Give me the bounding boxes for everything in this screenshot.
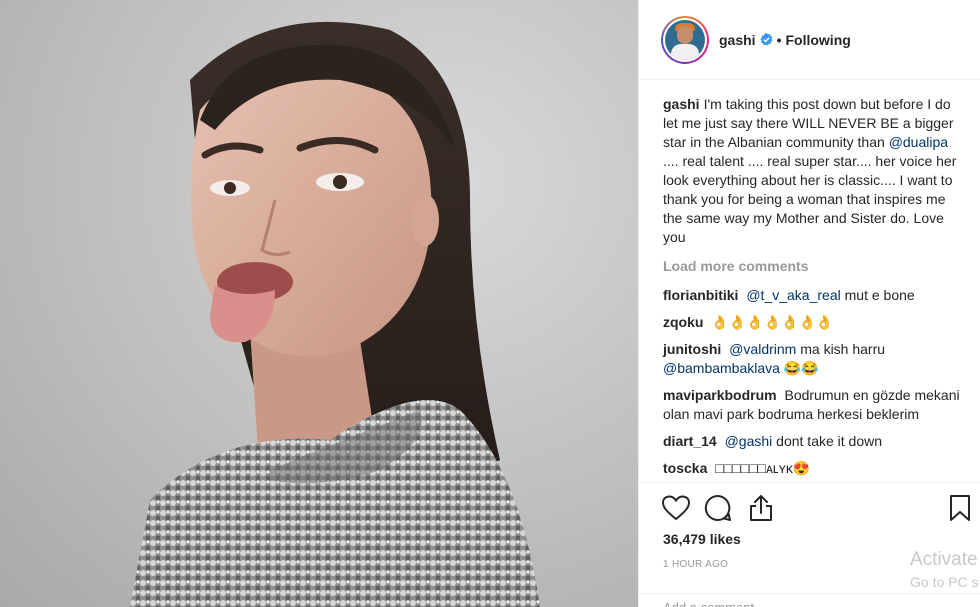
like-heart-icon[interactable]: [659, 491, 693, 525]
activate-windows-watermark: Activate Go to PC s: [910, 549, 978, 593]
author-username[interactable]: gashi: [719, 32, 756, 48]
comment-emoji: 😂😂: [783, 360, 819, 376]
comment-bubble-icon[interactable]: [701, 491, 735, 525]
avatar[interactable]: [661, 15, 709, 64]
likes-count[interactable]: 36,479 likes: [663, 531, 741, 547]
comment-item: junitoshi @valdrinm ma kish harru @bamba…: [663, 340, 961, 378]
watermark-title: Activate: [910, 549, 978, 570]
comment-item: zqoku 👌👌👌👌👌👌👌: [663, 313, 961, 332]
separator-dot: •: [776, 31, 782, 48]
comment-mention[interactable]: @valdrinm: [729, 341, 796, 357]
comment-username[interactable]: diart_14: [663, 433, 717, 449]
comment-item: maviparkbodrum Bodrumun en gözde mekani …: [663, 386, 961, 424]
caption-text-continued: .... real talent .... real super star...…: [663, 153, 957, 245]
post-side-panel: gashi • Following gashi I'm taking this p…: [638, 0, 980, 607]
comment-text: mut e bone: [844, 287, 915, 303]
comment-text: dont take it down: [776, 433, 883, 449]
caption-username[interactable]: gashi: [663, 96, 700, 112]
caption: gashi I'm taking this post down but befor…: [663, 95, 961, 247]
comment-item: florianbitiki @t_v_aka_real mut e bone: [663, 286, 961, 305]
watermark-subtitle: Go to PC s: [910, 574, 979, 590]
caption-mention[interactable]: @dualipa: [889, 134, 948, 150]
comment-mention-second[interactable]: @bambambaklava: [663, 360, 780, 376]
comment-item: toscka □□□□□□ᴀʟʏᴋ😍: [663, 459, 961, 478]
load-more-comments-button[interactable]: Load more comments: [663, 257, 961, 276]
bookmark-icon[interactable]: [943, 491, 977, 525]
comment-username[interactable]: maviparkbodrum: [663, 387, 777, 403]
comment-username[interactable]: florianbitiki: [663, 287, 738, 303]
post-timestamp: 1 HOUR AGO: [663, 559, 729, 570]
comments-list[interactable]: gashi I'm taking this post down but befor…: [639, 81, 980, 481]
post-header: gashi • Following: [639, 0, 980, 80]
comment-text: ma kish harru: [800, 341, 886, 357]
comment-mention[interactable]: @t_v_aka_real: [746, 287, 840, 303]
comment-text: 👌👌👌👌👌👌👌: [711, 314, 834, 330]
verified-badge-icon: [759, 33, 773, 46]
add-comment-input[interactable]: Add a comment...: [639, 593, 980, 607]
comment-mention[interactable]: @gashi: [725, 433, 773, 449]
comment-item: diart_14 @gashi dont take it down: [663, 432, 961, 451]
following-button[interactable]: Following: [785, 32, 850, 48]
comment-text: □□□□□□ᴀʟʏᴋ😍: [715, 460, 811, 476]
comment-username[interactable]: zqoku: [663, 314, 703, 330]
comment-username[interactable]: toscka: [663, 460, 707, 476]
share-icon[interactable]: [744, 491, 778, 525]
comment-username[interactable]: junitoshi: [663, 341, 721, 357]
post-photo: [0, 0, 638, 607]
